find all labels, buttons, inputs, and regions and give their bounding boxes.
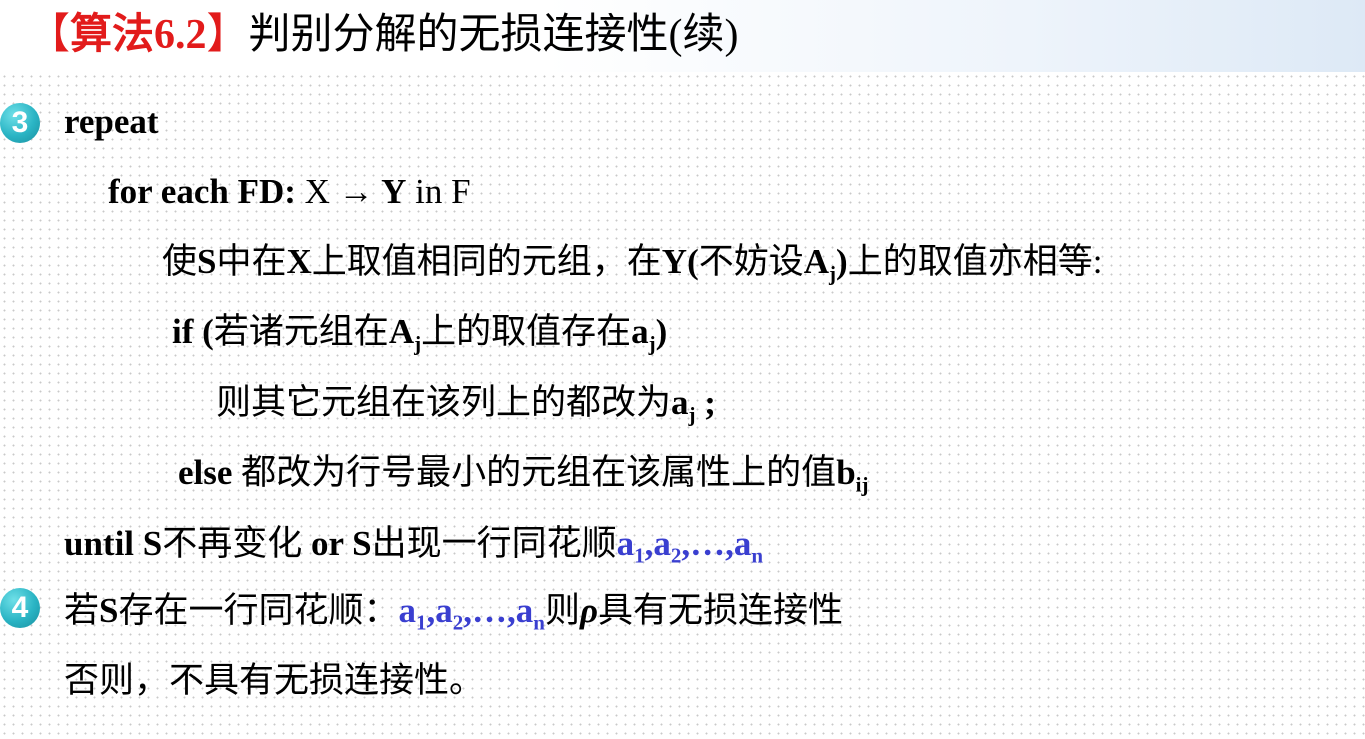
text: a	[631, 312, 649, 351]
text: 不妨设	[698, 242, 804, 281]
sequence-text: ,a	[644, 524, 671, 563]
rho-symbol: ρ	[579, 591, 598, 630]
sequence-text: a	[616, 524, 635, 563]
subscript: 1	[416, 610, 427, 635]
then-line: 则其它元组在该列上的都改为aj ;	[216, 381, 716, 425]
for-y: Y	[373, 172, 407, 211]
step-3-number-badge: 3	[0, 103, 40, 143]
subscript: 2	[670, 543, 682, 568]
subscript: j	[648, 331, 656, 356]
or-keyword: or S	[302, 524, 372, 563]
title-algorithm-label: 算法6.2	[70, 12, 207, 58]
text: a	[671, 383, 689, 422]
text: A	[388, 312, 415, 351]
text: 都改为行号最小的元组在该属性上的值	[232, 453, 837, 492]
text: 上的取值亦相等:	[847, 242, 1103, 281]
text: )	[836, 242, 848, 281]
subscript: 2	[452, 610, 464, 635]
if-keyword: if	[172, 312, 194, 351]
for-x: X	[295, 172, 339, 211]
text: Y(	[661, 242, 699, 281]
for-in-f: in F	[406, 172, 471, 211]
text: ;	[695, 383, 716, 422]
slide-title: 【算法6.2】判别分解的无损连接性(续)	[28, 2, 739, 68]
text: )	[655, 312, 668, 351]
subscript: j	[829, 261, 837, 286]
text: 中在	[216, 242, 287, 281]
text: 则其它元组在该列上的都改为	[216, 383, 672, 422]
otherwise-line: 否则，不具有无损连接性。	[64, 659, 484, 703]
repeat-keyword: repeat	[64, 102, 159, 141]
text: 存在一行同花顺：	[118, 591, 399, 630]
title-text: 判别分解的无损连接性(续)	[248, 12, 739, 58]
text: S	[99, 591, 119, 630]
text: 具有无损连接性	[597, 591, 843, 630]
step-4-number-badge: 4	[0, 588, 40, 628]
repeat-line: repeat	[64, 100, 159, 144]
text: 上取值相同的元组，在	[311, 242, 662, 281]
text: A	[803, 242, 830, 281]
title-bracket-open: 【	[28, 12, 71, 58]
text: X	[286, 242, 312, 281]
subscript: ij	[855, 472, 869, 497]
subscript: j	[688, 402, 696, 427]
text: 出现一行同花顺	[371, 524, 617, 563]
else-keyword: else	[178, 453, 233, 492]
subscript: n	[533, 610, 545, 635]
title-bracket-close: 】	[206, 12, 249, 58]
text: 不再变化	[162, 524, 303, 563]
text: b	[836, 453, 856, 492]
text: 使	[162, 242, 198, 281]
make-equal-line: 使S中在X上取值相同的元组，在Y(不妨设Aj)上的取值亦相等:	[162, 240, 1102, 284]
text: 否则，不具有无损连接性。	[64, 661, 485, 700]
sequence-text: a	[398, 591, 417, 630]
step-4-line: 若S存在一行同花顺：a1,a2,…,an则ρ具有无损连接性	[64, 589, 843, 633]
text: 上的取值存在	[421, 312, 632, 351]
subscript: n	[751, 543, 764, 568]
text: 若诸元组在	[213, 312, 389, 351]
subscript: 1	[634, 543, 645, 568]
text: (	[193, 312, 214, 351]
sequence-text: ,a	[426, 591, 453, 630]
for-line: for each FD: X → Y in F	[108, 170, 471, 214]
until-line: until S不再变化 or S出现一行同花顺a1,a2,…,an	[64, 522, 763, 566]
else-line: else 都改为行号最小的元组在该属性上的值bij	[178, 451, 868, 495]
arrow-symbol: →	[338, 172, 374, 211]
sequence-text: ,…,a	[681, 524, 752, 563]
text: 若	[64, 591, 100, 630]
text: 则	[544, 591, 580, 630]
for-keyword: for each FD:	[108, 172, 296, 211]
until-keyword: until S	[64, 524, 163, 563]
sequence-text: ,…,a	[463, 591, 534, 630]
text: S	[197, 242, 217, 281]
if-line: if (若诸元组在Aj上的取值存在aj)	[172, 310, 667, 354]
